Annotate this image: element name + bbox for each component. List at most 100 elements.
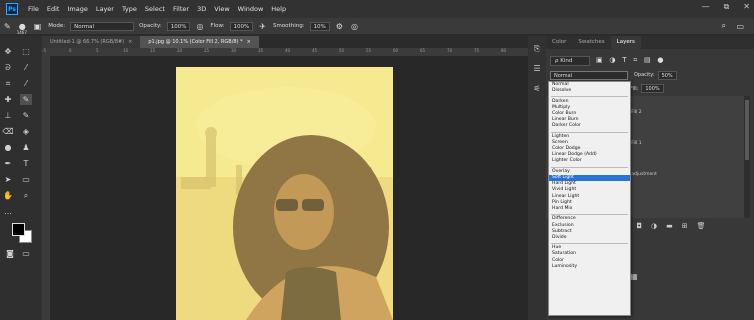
adjustments-panel-icon[interactable]: ⚟ (531, 84, 543, 93)
pressure-opacity-icon[interactable]: ◎ (196, 22, 203, 31)
dropdown-separator (549, 241, 630, 245)
ruler-horizontal: -5 0 5 10 15 20 25 30 35 40 45 50 55 60 … (42, 48, 528, 56)
fill-input[interactable]: 100% (641, 84, 664, 93)
foreground-color-swatch[interactable] (12, 223, 25, 236)
new-group-icon[interactable]: ▬ (666, 222, 673, 230)
flow-input[interactable]: 100% (229, 21, 254, 31)
workspace-icon[interactable]: ▭ (736, 22, 744, 31)
tab-label: p1.jpg @ 10.1% (Color Fill 2, RGB/8) * (148, 39, 243, 45)
mode-label: Mode: (48, 23, 66, 29)
tab-layers[interactable]: Layers (610, 36, 641, 49)
paint-bucket-tool-icon[interactable]: ◈ (20, 126, 32, 137)
add-mask-icon[interactable]: ◘ (636, 222, 642, 230)
lasso-tool-icon[interactable]: ᘐ (2, 62, 14, 73)
layer-name[interactable]: r adjustment (628, 172, 657, 177)
move-tool-icon[interactable]: ✥ (2, 46, 14, 57)
blur-tool-icon[interactable]: ● (2, 142, 14, 153)
canvas-area[interactable] (50, 56, 528, 320)
tab-color[interactable]: Color (546, 36, 572, 49)
new-layer-icon[interactable]: ⊞ (682, 222, 688, 230)
blend-opacity-row: Normal Opacity: 50% (550, 70, 677, 80)
menu-edit[interactable]: Edit (43, 5, 64, 13)
path-select-tool-icon[interactable]: ➤ (2, 174, 14, 185)
menu-filter[interactable]: Filter (169, 5, 193, 13)
menu-window[interactable]: Window (234, 5, 268, 13)
airbrush-icon[interactable]: ✈ (259, 22, 266, 31)
ruler-tick: 25 (204, 48, 210, 53)
menu-layer[interactable]: Layer (92, 5, 118, 13)
history-panel-icon[interactable]: ⎘ (531, 44, 543, 54)
quick-mask-icon[interactable]: ◙ (4, 248, 16, 259)
menu-3d[interactable]: 3D (193, 5, 210, 13)
ruler-tick: 0 (69, 48, 72, 53)
more-tools-icon[interactable]: … (2, 206, 14, 217)
layers-scrollbar[interactable] (744, 96, 750, 218)
type-filter-icon[interactable]: T (622, 56, 626, 64)
type-tool-icon[interactable]: T (20, 158, 32, 169)
blend-option-luminosity[interactable]: Luminosity (549, 264, 630, 270)
close-icon[interactable]: × (128, 39, 132, 45)
brush-preset-icon[interactable]: ● 1467 (17, 22, 27, 35)
blend-mode-dropdown[interactable]: Normal Dissolve Darken Multiply Color Bu… (548, 81, 631, 316)
pen-tool-icon[interactable]: ✒ (2, 158, 14, 169)
menu-type[interactable]: Type (118, 5, 141, 13)
ruler-tick: 65 (420, 48, 426, 53)
ruler-tick: 10 (123, 48, 129, 53)
document-tabs: Untitled-1 @ 66.7% (RGB/8#) × p1.jpg @ 10… (42, 36, 528, 48)
shape-filter-icon[interactable]: ⌗ (633, 56, 637, 64)
screen-mode-icon[interactable]: ▭ (20, 248, 32, 259)
smoothing-label: Smoothing: (272, 23, 305, 29)
clone-stamp-tool-icon[interactable]: ⊥ (2, 110, 14, 121)
blend-mode-select[interactable]: Normal (550, 70, 628, 80)
quick-select-tool-icon[interactable]: ⁄ (20, 62, 32, 73)
scrollbar-thumb[interactable] (745, 100, 749, 160)
opacity-input[interactable]: 100% (166, 21, 191, 31)
menu-view[interactable]: View (210, 5, 233, 13)
layer-opacity-input[interactable]: 50% (657, 70, 677, 80)
brush-settings-icon[interactable]: ▣ (34, 22, 42, 31)
grid-icon[interactable]: ▦ (630, 272, 638, 281)
healing-brush-tool-icon[interactable]: ✚ (2, 94, 14, 105)
shape-tool-icon[interactable]: ▭ (20, 174, 32, 185)
brush-tool-icon[interactable]: ✎ (20, 94, 32, 105)
tab-swatches[interactable]: Swatches (572, 36, 610, 49)
dodge-tool-icon[interactable]: ♟ (20, 142, 32, 153)
search-icon[interactable]: ⌕ (722, 21, 726, 31)
adjustment-filter-icon[interactable]: ◑ (609, 56, 615, 64)
smoothing-input[interactable]: 10% (309, 21, 330, 31)
document-image[interactable] (176, 67, 393, 320)
adjustment-layer-icon[interactable]: ◑ (651, 222, 657, 230)
tab-p1[interactable]: p1.jpg @ 10.1% (Color Fill 2, RGB/8) * × (140, 36, 259, 48)
trash-icon[interactable]: 🗑 (697, 222, 706, 230)
menu-help[interactable]: Help (267, 5, 290, 13)
photo-artwork (176, 67, 393, 320)
marquee-tool-icon[interactable]: ⬚ (20, 46, 32, 57)
kind-filter-select[interactable]: ρ Kind (550, 55, 590, 66)
hand-tool-icon[interactable]: ✋ (2, 190, 14, 201)
zoom-tool-icon[interactable]: ⌕ (20, 190, 32, 201)
tab-untitled-1[interactable]: Untitled-1 @ 66.7% (RGB/8#) × (42, 36, 141, 48)
gear-icon[interactable]: ⚙ (336, 22, 343, 31)
history-brush-tool-icon[interactable]: ✎ (20, 110, 32, 121)
ruler-tick: 50 (339, 48, 345, 53)
pressure-size-icon[interactable]: ◎ (351, 22, 358, 31)
panel-tabs: Color Swatches Layers (546, 36, 754, 49)
properties-panel-icon[interactable]: ☰ (531, 64, 543, 73)
dropdown-separator (549, 94, 630, 98)
pixel-filter-icon[interactable]: ▣ (596, 56, 603, 64)
eyedropper-tool-icon[interactable]: ⁄ (20, 78, 32, 89)
close-icon[interactable]: × (247, 39, 251, 45)
mode-select[interactable]: Normal (70, 21, 135, 31)
close-button[interactable]: ✕ (743, 2, 750, 12)
restore-button[interactable]: ⧉ (724, 2, 730, 12)
menu-image[interactable]: Image (63, 5, 91, 13)
smart-object-filter-icon[interactable]: ▤ (644, 56, 651, 64)
eraser-tool-icon[interactable]: ⌫ (2, 126, 14, 137)
menu-file[interactable]: File (24, 5, 43, 13)
fill-label: Fill: (630, 85, 639, 92)
filter-toggle-icon[interactable]: ● (657, 56, 663, 64)
minimize-button[interactable]: — (702, 2, 710, 12)
brush-tool-icon[interactable]: ✎ (4, 22, 11, 31)
crop-tool-icon[interactable]: ⌗ (2, 78, 14, 89)
menu-select[interactable]: Select (141, 5, 169, 13)
